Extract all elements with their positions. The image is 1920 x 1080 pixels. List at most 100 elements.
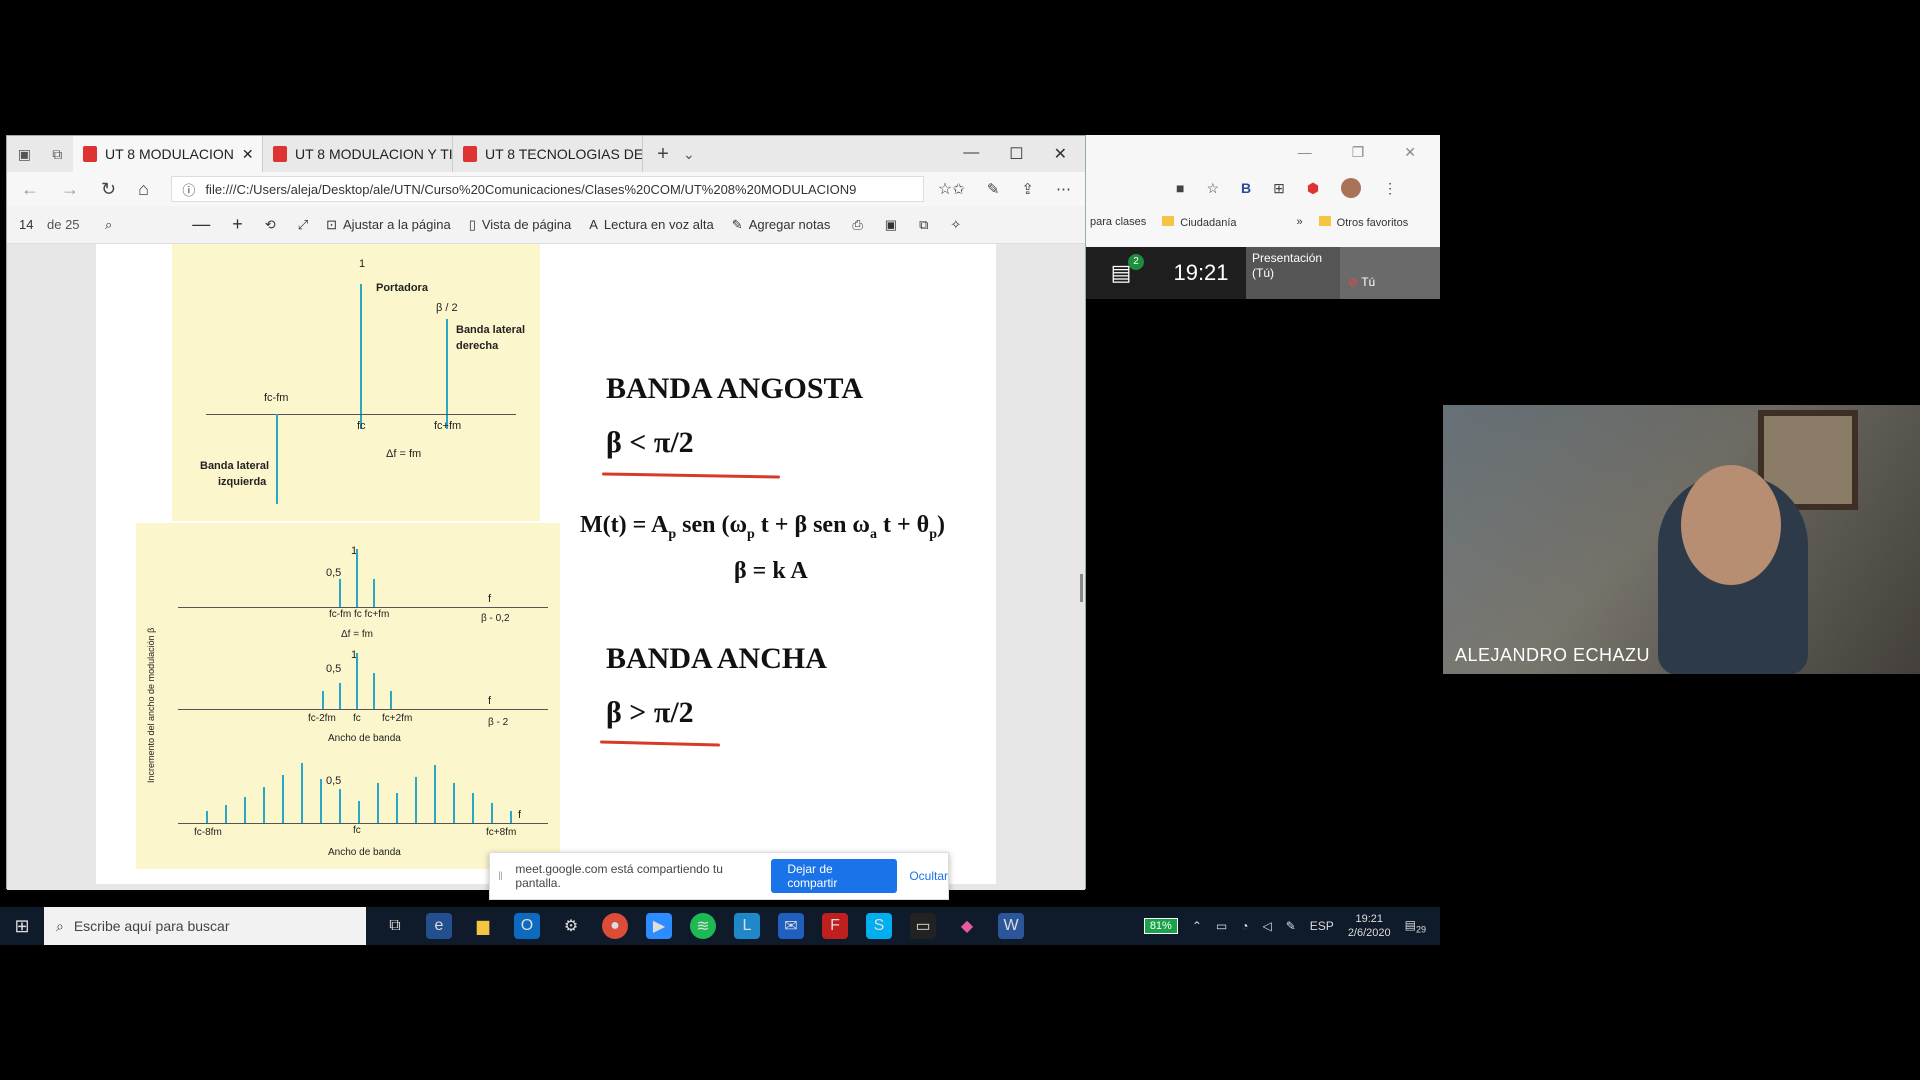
wideband-underline (599, 740, 721, 747)
presentation-tile[interactable]: Presentación (Tú) (1246, 247, 1340, 299)
close-window-button[interactable]: ✕ (1054, 144, 1067, 164)
notification-icon[interactable]: ▤29 (1405, 918, 1426, 934)
favorite-star-icon[interactable]: ☆ (938, 179, 952, 199)
camera-icon[interactable]: ■ (1176, 180, 1184, 196)
file-explorer-icon[interactable]: ▆ (470, 913, 496, 939)
terminal-icon[interactable]: ▭ (910, 913, 936, 939)
drop-icon[interactable]: ◆ (954, 913, 980, 939)
tab-preview-icon[interactable]: ⧉ (52, 146, 62, 163)
zoom-out-icon[interactable]: — (192, 214, 210, 235)
mail-icon[interactable]: ✉ (778, 913, 804, 939)
save-icon[interactable]: ▣ (885, 217, 897, 233)
address-bar[interactable]: ⓘ file:///C:/Users/aleja/Desktop/ale/UTN… (171, 176, 924, 202)
edge-icon[interactable]: e (426, 913, 452, 939)
row-c-spectral-line (453, 783, 455, 823)
chevron-down-icon[interactable]: ⌄ (683, 146, 695, 163)
bookmark-item[interactable]: Otros favoritos (1318, 215, 1408, 229)
minimize-button[interactable]: — (963, 144, 979, 164)
row-b-bandwidth: Ancho de banda (328, 733, 401, 744)
bookmark-overflow[interactable]: » (1297, 216, 1303, 228)
wifi-icon[interactable]: ◔ (1241, 919, 1248, 933)
volume-icon[interactable]: ◁ (1263, 919, 1272, 933)
row-c-tick-l: fc-8fm (194, 827, 222, 838)
task-view-icon[interactable]: ⧉ (382, 913, 408, 939)
search-placeholder: Escribe aquí para buscar (73, 918, 230, 934)
zoom-in-icon[interactable]: + (232, 214, 243, 235)
spotify-icon[interactable]: ≋ (690, 913, 716, 939)
bookmark-item[interactable]: para clases (1090, 216, 1146, 228)
row-c-spectral-line (301, 763, 303, 823)
star-icon[interactable]: ☆ (1206, 180, 1219, 197)
page-number-input[interactable]: 14 (7, 217, 47, 232)
clock[interactable]: 19:21 2/6/2020 (1348, 912, 1391, 940)
row-c-axis (178, 823, 548, 824)
new-tab-button[interactable]: + (643, 143, 683, 166)
chat-button[interactable]: ▤ 2 (1086, 254, 1156, 286)
row-b-line (373, 673, 375, 709)
pin-icon[interactable]: ✧ (950, 217, 961, 233)
bookmark-item[interactable]: Ciudadanía (1162, 215, 1237, 229)
tab-2[interactable]: UT 8 MODULACION Y TI (263, 136, 453, 172)
close-icon[interactable]: ✕ (242, 146, 254, 163)
print-icon[interactable]: ⎙ (852, 217, 862, 233)
extension-icon[interactable]: ⬢ (1307, 180, 1319, 197)
back-icon[interactable]: ← (21, 179, 39, 200)
chrome-window: — ❐ ✕ ■ ☆ B ⊞ ⬢ ⋮ para clases Ciudadanía… (1086, 135, 1440, 247)
zoom-icon[interactable]: ▶ (646, 913, 672, 939)
skype-icon[interactable]: S (866, 913, 892, 939)
maximize-button[interactable]: ☐ (1009, 144, 1023, 164)
windows-start-icon[interactable]: ⊞ (0, 916, 44, 937)
restore-button[interactable]: ❐ (1352, 144, 1365, 161)
row-c-tick-c: fc (353, 825, 361, 836)
l-app-icon[interactable]: L (734, 913, 760, 939)
stop-sharing-button[interactable]: Dejar de compartir (771, 859, 898, 893)
close-window-button[interactable]: ✕ (1404, 144, 1416, 161)
menu-icon[interactable]: ⋮ (1383, 180, 1397, 197)
page-view-button[interactable]: ▯ Vista de página (469, 217, 572, 233)
extension-icon[interactable]: B (1241, 180, 1251, 196)
lower-sideband-line (276, 414, 278, 504)
chrome-window-controls: — ❐ ✕ (1086, 135, 1440, 169)
battery-indicator[interactable]: 81% (1143, 918, 1178, 934)
avatar[interactable] (1341, 178, 1362, 198)
favorites-icon[interactable]: ✩ (952, 180, 965, 198)
app-icon[interactable]: ⚙ (558, 913, 584, 939)
refresh-icon[interactable]: ↻ (101, 179, 116, 200)
minimize-button[interactable]: — (1298, 144, 1312, 160)
row-c-spectral-line (320, 779, 322, 823)
add-notes-button[interactable]: ✎ Agregar notas (732, 217, 831, 233)
outlook-icon[interactable]: O (514, 913, 540, 939)
taskbar-search[interactable]: ⌕ Escribe aquí para buscar (44, 907, 366, 945)
pdf-viewport[interactable]: 1 Portadora β / 2 Banda lateral derecha … (7, 244, 1085, 890)
eq-sub: p (929, 526, 937, 542)
search-icon: ⌕ (56, 917, 64, 934)
scrollbar-thumb[interactable] (1080, 574, 1083, 602)
tab-3[interactable]: UT 8 TECNOLOGIAS DE (453, 136, 643, 172)
share-icon[interactable]: ⇪ (1021, 180, 1034, 198)
read-aloud-button[interactable]: A Lectura en voz alta (589, 217, 714, 232)
save-as-icon[interactable]: ⧉ (919, 217, 928, 233)
participant-video[interactable]: ALEJANDRO ECHAZU (1443, 405, 1920, 674)
more-icon[interactable]: ⋯ (1056, 180, 1071, 198)
fullscreen-icon[interactable]: ⤢ (298, 217, 308, 233)
language-indicator[interactable]: ESP (1310, 919, 1334, 933)
row-a-beta: β - 0,2 (481, 613, 510, 624)
tab-1[interactable]: UT 8 MODULACION ✕ (73, 136, 263, 172)
fit-page-button[interactable]: ⊡ Ajustar a la página (326, 217, 451, 233)
tab-set-aside-icon[interactable]: ▣ (18, 146, 31, 163)
pen-icon[interactable]: ✎ (987, 180, 1000, 198)
drag-handle-icon[interactable]: ‖ (498, 869, 509, 883)
home-icon[interactable]: ⌂ (138, 179, 149, 200)
word-icon[interactable]: W (998, 913, 1024, 939)
search-icon[interactable]: ⌕ (105, 217, 112, 233)
pen-icon[interactable]: ✎ (1286, 919, 1296, 933)
chevron-up-icon[interactable]: ⌃ (1192, 919, 1202, 933)
forward-icon[interactable]: → (61, 179, 79, 200)
rotate-icon[interactable]: ⟲ (265, 217, 276, 233)
grid-icon[interactable]: ⊞ (1273, 180, 1285, 197)
hide-button[interactable]: Ocultar (909, 869, 948, 883)
self-tile[interactable]: ⊘ Tú (1340, 247, 1440, 299)
filezilla-icon[interactable]: F (822, 913, 848, 939)
chrome-icon[interactable]: ● (602, 913, 628, 939)
battery-icon[interactable]: ▭ (1216, 919, 1227, 933)
